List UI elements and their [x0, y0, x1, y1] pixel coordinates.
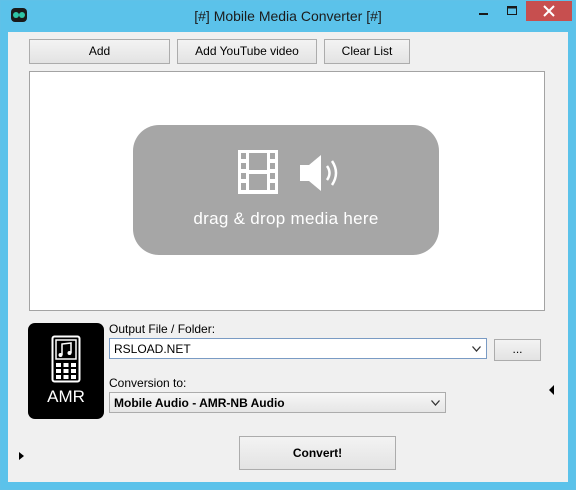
add-youtube-button[interactable]: Add YouTube video: [177, 39, 317, 64]
conversion-select[interactable]: Mobile Audio - AMR-NB Audio: [109, 392, 446, 413]
convert-button[interactable]: Convert!: [239, 436, 396, 470]
app-window: [#] Mobile Media Converter [#] Add Add Y…: [0, 0, 576, 490]
output-label: Output File / Folder:: [109, 322, 216, 336]
minimize-button[interactable]: [469, 1, 498, 21]
conversion-label: Conversion to:: [109, 376, 187, 390]
maximize-button[interactable]: [498, 1, 526, 21]
add-button[interactable]: Add: [29, 39, 170, 64]
minimize-icon: [479, 13, 488, 15]
maximize-icon: [507, 6, 517, 15]
clear-list-button[interactable]: Clear List: [324, 39, 410, 64]
conversion-value: Mobile Audio - AMR-NB Audio: [114, 396, 285, 410]
format-tile[interactable]: AMR: [28, 323, 104, 419]
close-button[interactable]: [526, 1, 572, 21]
expand-right-icon[interactable]: [19, 452, 24, 460]
chevron-down-icon: [431, 400, 440, 406]
film-icon: [238, 150, 278, 194]
phone-music-icon: [51, 335, 81, 383]
expand-left-icon[interactable]: [549, 385, 554, 395]
file-list-area[interactable]: drag & drop media here: [29, 71, 545, 311]
main-panel: Add Add YouTube video Clear List drag & …: [8, 32, 568, 482]
chevron-down-icon[interactable]: [472, 346, 481, 352]
speaker-icon: [300, 155, 338, 191]
title-bar[interactable]: [#] Mobile Media Converter [#]: [1, 1, 575, 32]
browse-button[interactable]: ...: [494, 339, 541, 361]
close-icon: [543, 5, 555, 17]
output-folder-combo[interactable]: RSLOAD.NET: [109, 338, 487, 359]
drop-hint: drag & drop media here: [193, 209, 379, 228]
output-folder-value: RSLOAD.NET: [114, 342, 191, 356]
drop-zone[interactable]: drag & drop media here: [133, 125, 439, 255]
format-label: AMR: [47, 387, 85, 406]
